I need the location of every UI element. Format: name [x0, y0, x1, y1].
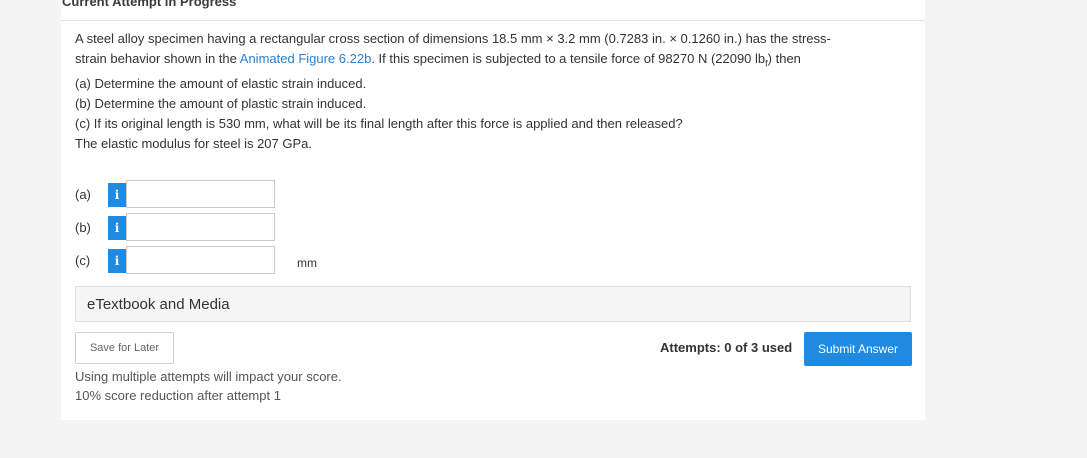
question-line-2-mid: . If this specimen is subjected to a ten…: [371, 51, 766, 66]
etextbook-media-bar[interactable]: eTextbook and Media: [75, 286, 911, 322]
question-line-1: A steel alloy specimen having a rectangu…: [75, 31, 831, 46]
question-part-c: (c) If its original length is 530 mm, wh…: [75, 115, 683, 131]
question-text: A steel alloy specimen having a rectangu…: [75, 29, 905, 154]
attempts-counter: Attempts: 0 of 3 used: [660, 340, 793, 355]
animated-figure-link[interactable]: Animated Figure 6.22b: [240, 51, 372, 66]
info-icon[interactable]: i: [108, 183, 126, 207]
score-reduction-note: 10% score reduction after attempt 1: [75, 388, 281, 403]
etextbook-media-label: eTextbook and Media: [87, 296, 230, 313]
answer-label-a: (a): [75, 187, 91, 202]
save-for-later-button[interactable]: Save for Later: [75, 332, 174, 364]
answer-input-b[interactable]: [126, 213, 275, 241]
answer-unit-c: mm: [297, 256, 317, 270]
answer-label-c: (c): [75, 253, 91, 268]
question-card: Current Attempt in Progress A steel allo…: [61, 0, 925, 420]
attempt-status-text: Current Attempt in Progress: [62, 0, 237, 9]
submit-answer-button[interactable]: Submit Answer: [804, 332, 912, 366]
question-line-2-end: ) then: [767, 51, 801, 66]
question-line-2-start: strain behavior shown in the: [75, 51, 240, 66]
question-part-b: (b) Determine the amount of plastic stra…: [75, 95, 367, 111]
answer-input-a[interactable]: [126, 180, 275, 208]
answer-label-b: (b): [75, 220, 91, 235]
question-line-2: strain behavior shown in the Animated Fi…: [75, 49, 905, 74]
question-modulus-note: The elastic modulus for steel is 207 GPa…: [75, 135, 313, 151]
info-icon[interactable]: i: [108, 249, 126, 273]
question-part-a: (a) Determine the amount of elastic stra…: [75, 75, 367, 91]
info-icon[interactable]: i: [108, 216, 126, 240]
attempt-status-header: Current Attempt in Progress: [61, 0, 925, 21]
answer-input-c[interactable]: [126, 246, 275, 274]
attempts-warning: Using multiple attempts will impact your…: [75, 369, 342, 384]
